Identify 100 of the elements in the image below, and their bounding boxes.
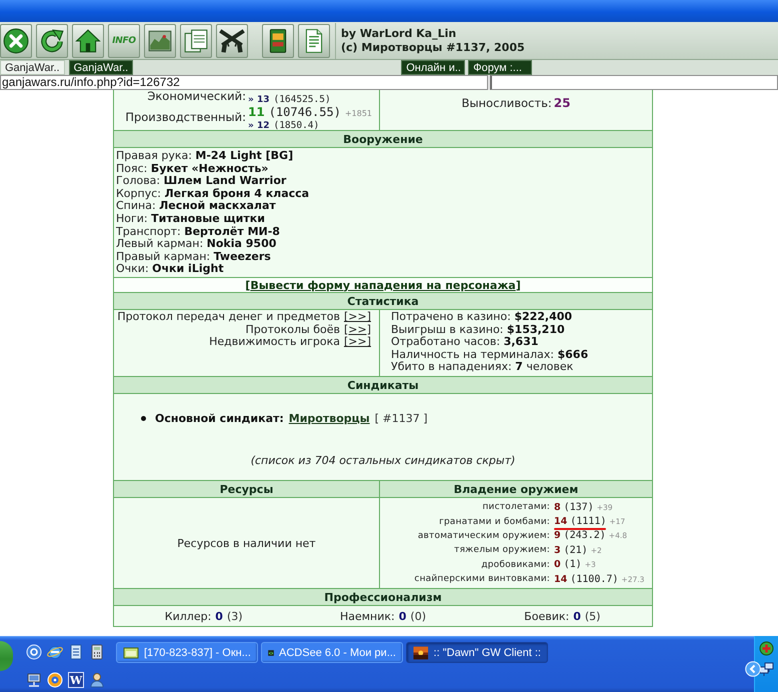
syndicate-number: [ #1137 ] [374, 412, 428, 425]
stat-value: 25 [554, 96, 570, 110]
skill-level: 11 [248, 106, 265, 119]
weapon-skill-level: 9 [554, 530, 561, 542]
network-icon [759, 662, 774, 677]
section-header: Синдикаты [114, 377, 652, 394]
skill-points: (10746.55) [268, 106, 341, 119]
credit-text: (c) Миротворцы #1137, 2005 [341, 40, 525, 54]
disc-icon [47, 672, 63, 688]
address-field[interactable]: ganjawars.ru/info.php?id=126732 [0, 75, 488, 90]
picture-button[interactable] [144, 24, 176, 58]
weapon-skill-level: 14 [554, 516, 568, 528]
landscape-icon [147, 28, 173, 54]
chevron-icon [745, 661, 761, 677]
sunset-icon [413, 644, 429, 660]
weapon-skill-name: снайперскими винтовками: [413, 574, 550, 584]
bullet-icon [141, 416, 146, 421]
credit-text: by WarLord Ka_Lin [341, 26, 458, 40]
next-points: (1850.4) [273, 120, 320, 131]
weapon-skill-name: тяжелым оружием: [453, 545, 550, 556]
notepad-icon [68, 644, 84, 660]
home-button[interactable] [72, 24, 104, 58]
equipment-line: Транспорт: Вертолёт МИ-8 [116, 226, 281, 238]
equipment-line: Правая рука: M-24 Light [BG] [116, 150, 294, 163]
computer-icon [26, 672, 42, 688]
skill-name: Производственный: [124, 111, 246, 124]
next-level: » 12 [248, 121, 270, 132]
protocol-label: Протоколы боёв [245, 324, 340, 336]
equipment-line: Корпус: Легкая броня 4 класса [116, 188, 310, 200]
window-icon [123, 644, 139, 660]
equipment-line: Голова: Шлем Land Warrior [116, 175, 288, 188]
close-button[interactable] [0, 24, 32, 58]
taskbar-button[interactable]: ACDSee 6.0 - Мои ри... [261, 642, 403, 663]
weapon-skill-points: (1) [564, 559, 582, 570]
refresh-button[interactable] [36, 24, 68, 58]
statistic-line: Потрачено в казино: $222,400 [391, 311, 574, 324]
start-button[interactable] [0, 641, 13, 671]
equipment-line: Очки: Очки iLight [116, 263, 225, 276]
profession-name: Киллер: [164, 610, 212, 622]
protocol-link[interactable]: [>>] [344, 311, 371, 324]
documents-button[interactable] [180, 24, 212, 58]
page-button[interactable] [298, 24, 330, 58]
weapon-skill-points: (21) [564, 544, 588, 556]
section-header: Профессионализм [114, 589, 652, 606]
weapons-button[interactable] [216, 24, 248, 58]
equipment-line: Спина: Лесной маскхалат [116, 200, 277, 213]
quick-link-button[interactable]: Форум :... [468, 60, 532, 75]
profession-level: 0 [573, 610, 581, 622]
hidden-list-note: (список из 704 остальных синдикатов скрыт) [250, 454, 516, 467]
crossed-pistols-icon [219, 28, 245, 53]
statistic-line: Убито в нападениях: 7 человек [391, 361, 574, 374]
equipment-line: Левый карман: Nokia 9500 [116, 238, 278, 251]
skill-name: Экономический: [146, 90, 246, 103]
protocol-link[interactable]: [>>] [344, 336, 371, 348]
profession-points: (0) [410, 610, 426, 622]
input-field[interactable] [490, 75, 778, 90]
protocol-link[interactable]: [>>] [344, 324, 371, 336]
weapon-skill-points: (1100.7) [570, 574, 618, 585]
skill-gain: +1851 [344, 108, 372, 120]
weapon-skill-name: автоматическим оружием: [416, 530, 550, 541]
profession-points: (3) [226, 610, 243, 622]
section-header: Ресурсы [114, 481, 380, 497]
refresh-icon [39, 28, 65, 54]
cross-ball-icon [759, 641, 774, 656]
pages-icon [183, 28, 209, 54]
taskbar-button[interactable]: :: "Dawn" GW Client :: [406, 642, 548, 663]
statistic-line: Отработано часов: 3,631 [391, 336, 540, 348]
chevron-button[interactable] [745, 661, 761, 677]
planet-icon [47, 644, 63, 660]
equipment-line: Ноги: Титановые щитки [116, 212, 266, 226]
weapon-skill-points: (137) [564, 502, 594, 513]
quick-link-button[interactable]: Онлайн и.. [401, 60, 466, 75]
weapon-skill-points: (1111) [570, 516, 606, 528]
browser-tab[interactable]: GanjaWar.. [68, 60, 134, 75]
equipment-line: Пояс: Букет «Нежность» [116, 162, 270, 176]
protocol-label: Недвижимость игрока [209, 336, 340, 348]
profession-name: Боевик: [524, 610, 570, 622]
book-button[interactable] [262, 24, 294, 58]
section-header: Владение оружием [380, 481, 652, 497]
browser-tab[interactable]: GanjaWar.. [0, 60, 65, 75]
statistic-line: Наличность на терминалах: $666 [391, 348, 590, 361]
user-icon [89, 672, 105, 688]
profession-level: 0 [215, 610, 223, 622]
profession-points: (5) [584, 610, 600, 622]
weapon-skill-name: пистолетами: [481, 502, 550, 512]
equipment-line: Правый карман: Tweezers [116, 250, 272, 264]
calculator-icon [89, 644, 105, 660]
profession-level: 0 [398, 610, 406, 622]
weapon-skill-level: 0 [554, 559, 561, 570]
weapon-skill-level: 8 [554, 502, 561, 513]
next-level: » 13 [248, 95, 270, 106]
weapon-skill-points: (243.2) [564, 530, 606, 542]
syndicate-link[interactable]: Миротворцы [288, 412, 370, 425]
taskbar-button[interactable]: [170-823-837] - Окн... [116, 642, 258, 663]
letter-tile[interactable]: W [68, 672, 84, 688]
section-header: Статистика [114, 293, 652, 310]
empty-resources-text: Ресурсов в наличии нет [177, 536, 316, 550]
weapon-skill-level: 14 [554, 574, 568, 585]
protocol-label: Протокол передач денег и предметов [117, 311, 340, 324]
weapon-skill-level: 3 [554, 544, 561, 556]
